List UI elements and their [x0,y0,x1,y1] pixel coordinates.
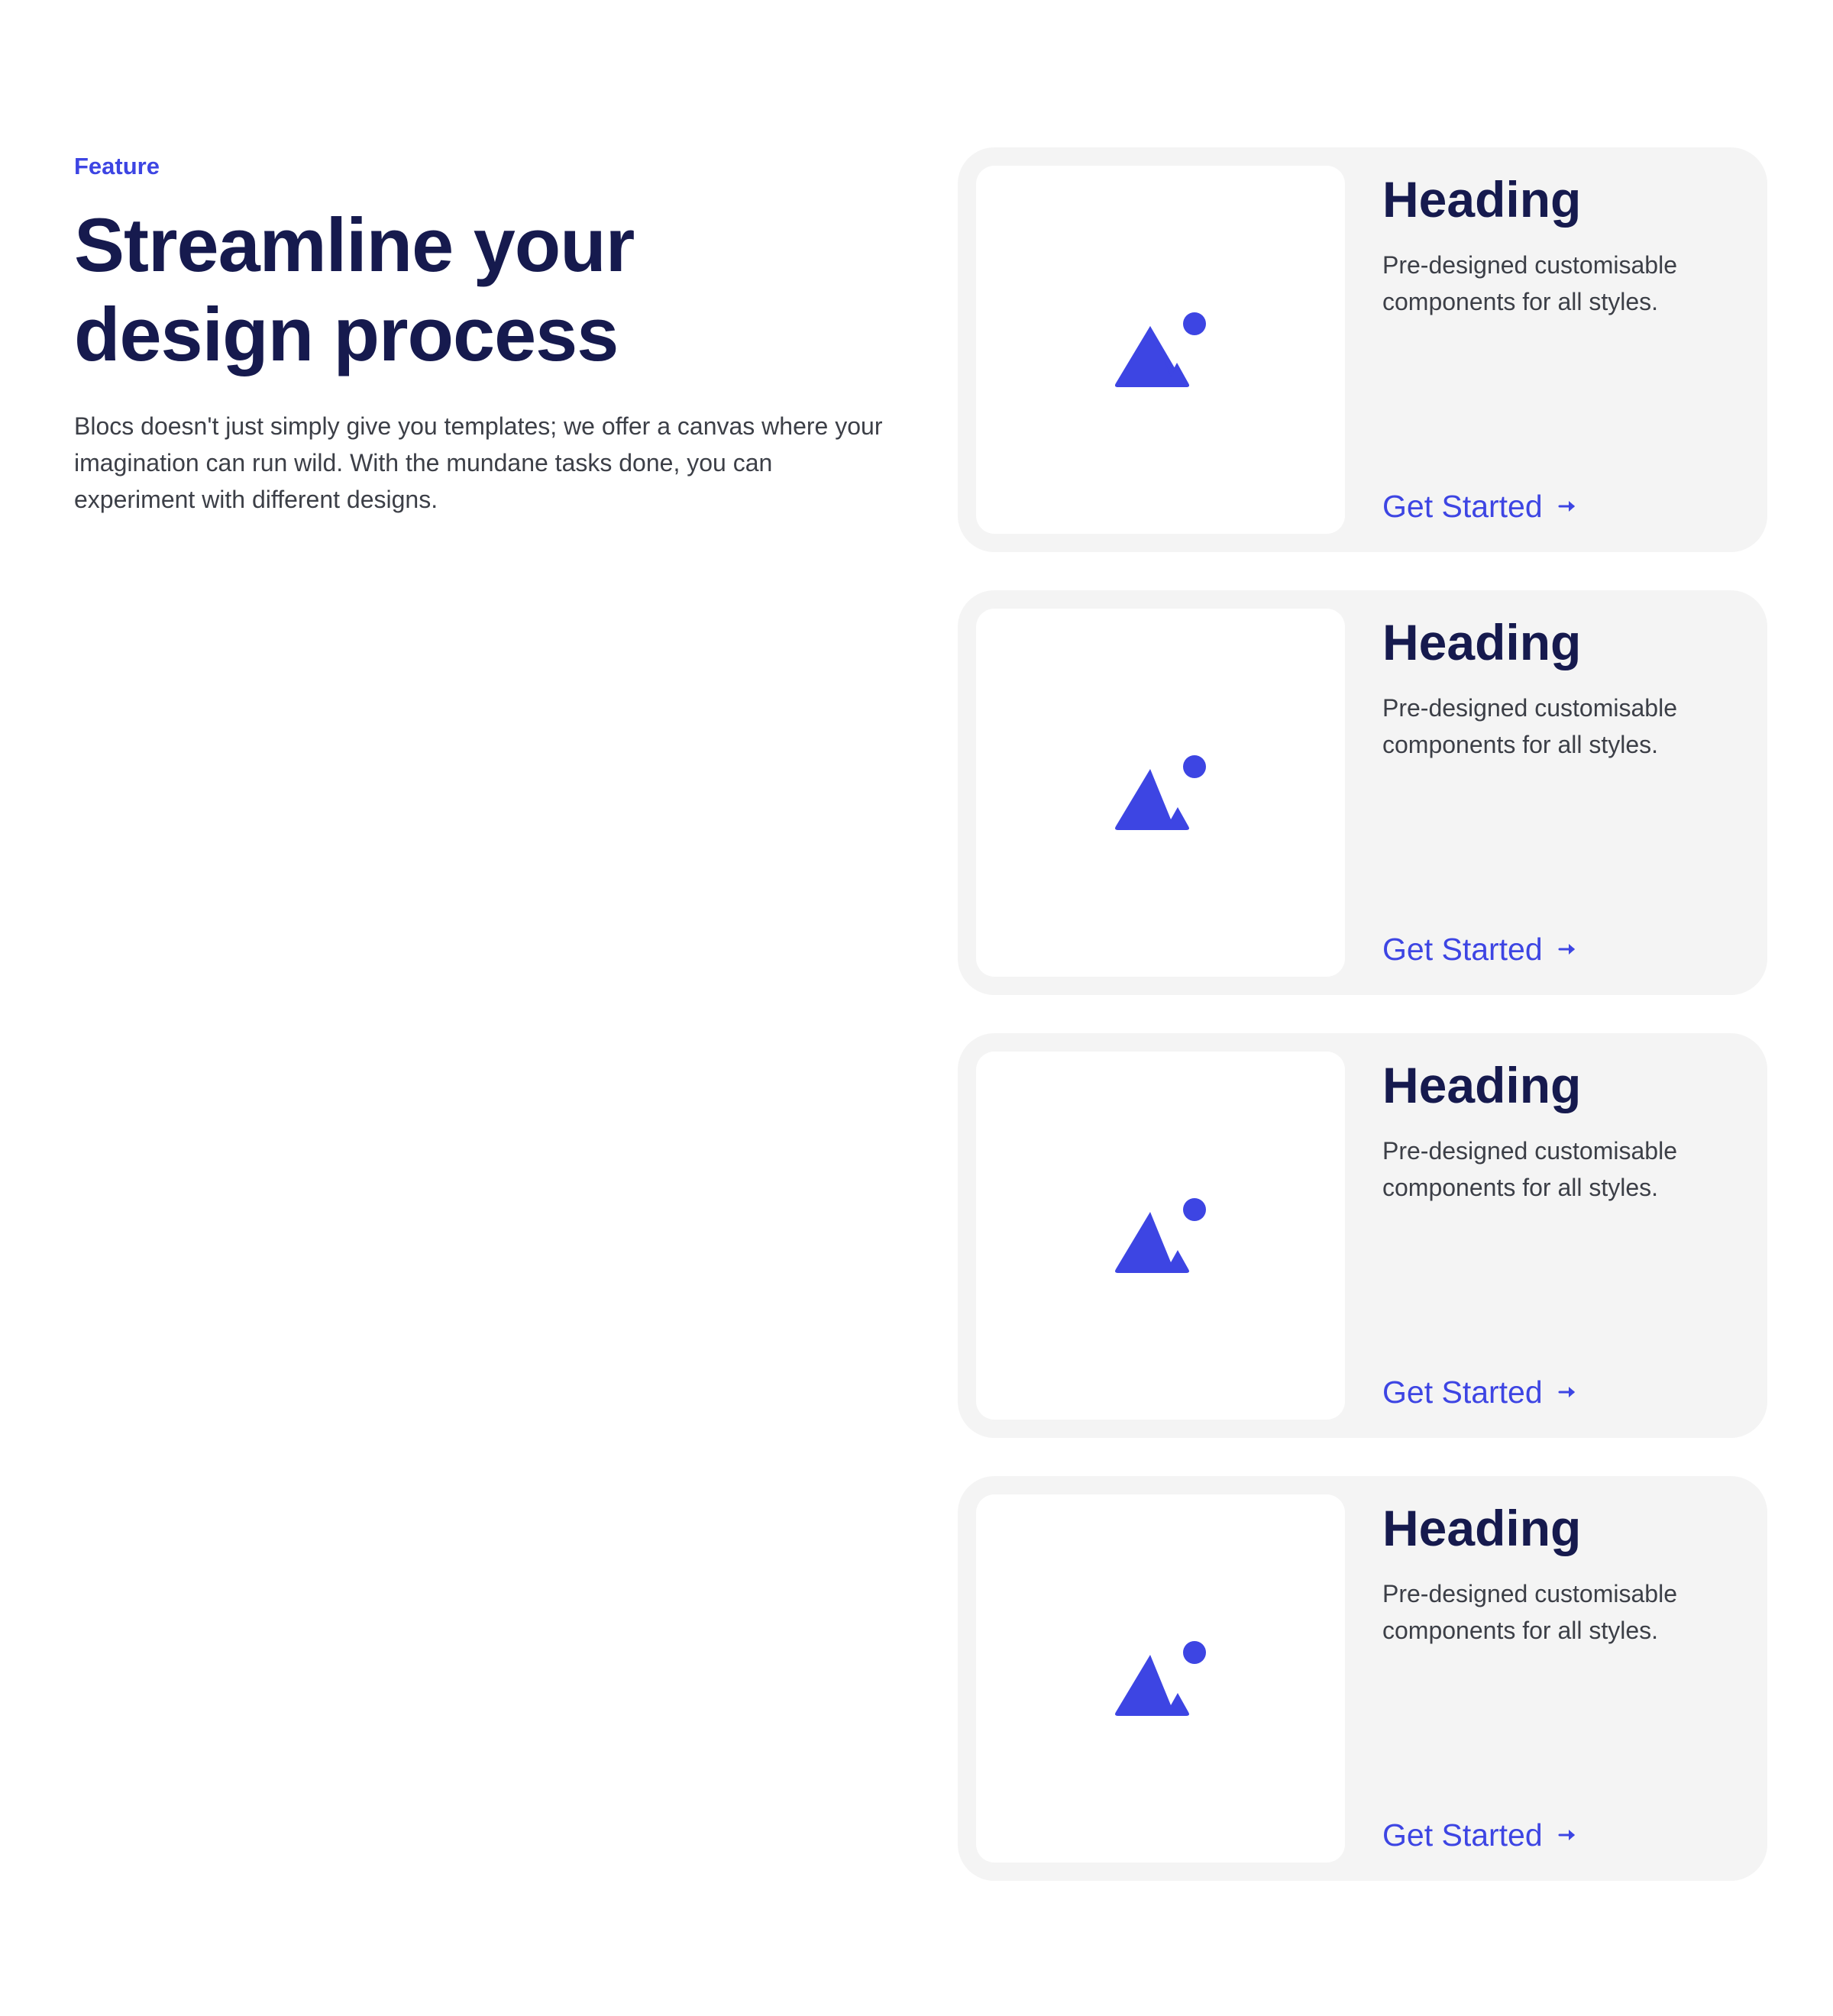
card-image [976,166,1345,534]
card-description: Pre-designed customisable components for… [1382,251,1677,315]
get-started-link[interactable]: Get Started [1382,1816,1578,1854]
arrow-right-icon [1558,941,1578,958]
get-started-label: Get Started [1382,1817,1543,1853]
card-description: Pre-designed customisable components for… [1382,694,1677,758]
arrow-right-icon [1558,498,1578,515]
feature-card: Heading Pre-designed customisable compon… [958,1033,1767,1438]
get-started-link[interactable]: Get Started [1382,487,1578,525]
intro-section: Feature Streamline your design process B… [74,151,884,518]
card-image [976,609,1345,977]
get-started-link[interactable]: Get Started [1382,930,1578,968]
card-image [976,1052,1345,1420]
card-heading: Heading [1382,1057,1582,1113]
feature-card: Heading Pre-designed customisable compon… [958,590,1767,995]
get-started-label: Get Started [1382,489,1543,524]
image-placeholder-icon [1114,1198,1206,1273]
card-description: Pre-designed customisable components for… [1382,1137,1677,1201]
intro-description: Blocs doesn't just simply give you templ… [74,412,883,513]
card-heading: Heading [1382,614,1582,670]
arrow-right-icon [1558,1827,1578,1843]
card-heading: Heading [1382,1500,1582,1556]
section-eyebrow: Feature [74,153,160,179]
card-heading: Heading [1382,171,1582,228]
card-image [976,1494,1345,1863]
get-started-link[interactable]: Get Started [1382,1373,1578,1411]
image-placeholder-icon [1114,312,1206,387]
arrow-right-icon [1558,1384,1578,1401]
feature-card-list: Heading Pre-designed customisable compon… [958,147,1767,1919]
card-description: Pre-designed customisable components for… [1382,1580,1677,1644]
image-placeholder-icon [1114,1641,1206,1716]
page-title: Streamline your design process [74,202,635,376]
feature-card: Heading Pre-designed customisable compon… [958,1476,1767,1881]
get-started-label: Get Started [1382,932,1543,967]
feature-card: Heading Pre-designed customisable compon… [958,147,1767,552]
image-placeholder-icon [1114,755,1206,830]
get-started-label: Get Started [1382,1375,1543,1410]
